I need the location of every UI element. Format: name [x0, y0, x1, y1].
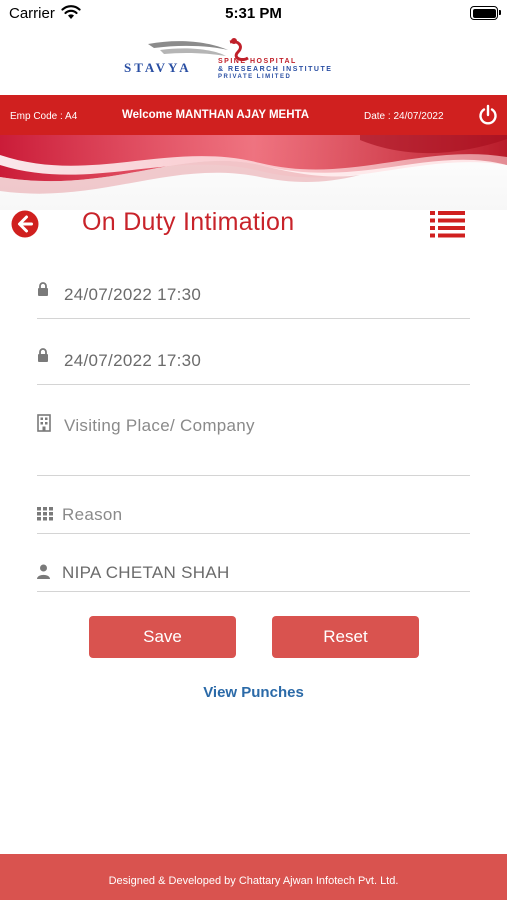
status-time: 5:31 PM: [225, 5, 282, 22]
welcome-message: Welcome MANTHAN AJAY MEHTA: [122, 109, 310, 121]
power-icon[interactable]: [477, 104, 499, 126]
save-button[interactable]: Save: [89, 616, 236, 658]
user-icon: [37, 564, 50, 579]
to-datetime-value: 24/07/2022 17:30: [64, 351, 202, 370]
logo-line-2: & RESEARCH INSTITUTE: [218, 66, 333, 73]
status-bar: Carrier 5:31 PM: [0, 0, 507, 30]
visiting-place-field[interactable]: Visiting Place/ Company: [37, 407, 470, 476]
page-title: On Duty Intimation: [82, 208, 295, 236]
from-datetime-value: 24/07/2022 17:30: [64, 285, 202, 304]
banner-waves: [0, 135, 507, 194]
title-row: On Duty Intimation: [0, 200, 507, 248]
logo-line-3: PRIVATE LIMITED: [218, 74, 292, 80]
logo-line-1: SPINE HOSPITAL: [218, 58, 297, 65]
from-datetime-field[interactable]: 24/07/2022 17:30: [37, 276, 470, 319]
reset-button[interactable]: Reset: [272, 616, 419, 658]
reason-placeholder: Reason: [62, 505, 123, 524]
logo-stavya-text: STAVYA: [124, 60, 192, 75]
hospital-logo: STAVYA SPINE HOSPITAL & RESEARCH INSTITU…: [120, 36, 400, 84]
decorative-banner: [0, 135, 507, 210]
emp-code: Emp Code : A4: [10, 111, 78, 122]
person-field[interactable]: NIPA CHETAN SHAH: [37, 555, 470, 592]
list-icon[interactable]: [430, 210, 465, 238]
grid-icon: [37, 507, 53, 521]
lock-icon: [38, 348, 48, 362]
footer-credit: Designed & Developed by Chattary Ajwan I…: [0, 854, 507, 900]
person-value: NIPA CHETAN SHAH: [62, 563, 230, 582]
to-datetime-field[interactable]: 24/07/2022 17:30: [37, 342, 470, 385]
battery-icon: [470, 6, 501, 20]
visiting-place-placeholder: Visiting Place/ Company: [64, 416, 255, 435]
view-punches-link[interactable]: View Punches: [0, 684, 507, 701]
user-info-bar: Emp Code : A4 Welcome MANTHAN AJAY MEHTA…: [0, 95, 507, 135]
building-icon: [37, 414, 51, 432]
reason-field[interactable]: Reason: [37, 497, 470, 534]
current-date: Date : 24/07/2022: [364, 111, 444, 122]
back-arrow-circle-icon[interactable]: [11, 210, 39, 238]
lock-icon: [38, 282, 48, 296]
